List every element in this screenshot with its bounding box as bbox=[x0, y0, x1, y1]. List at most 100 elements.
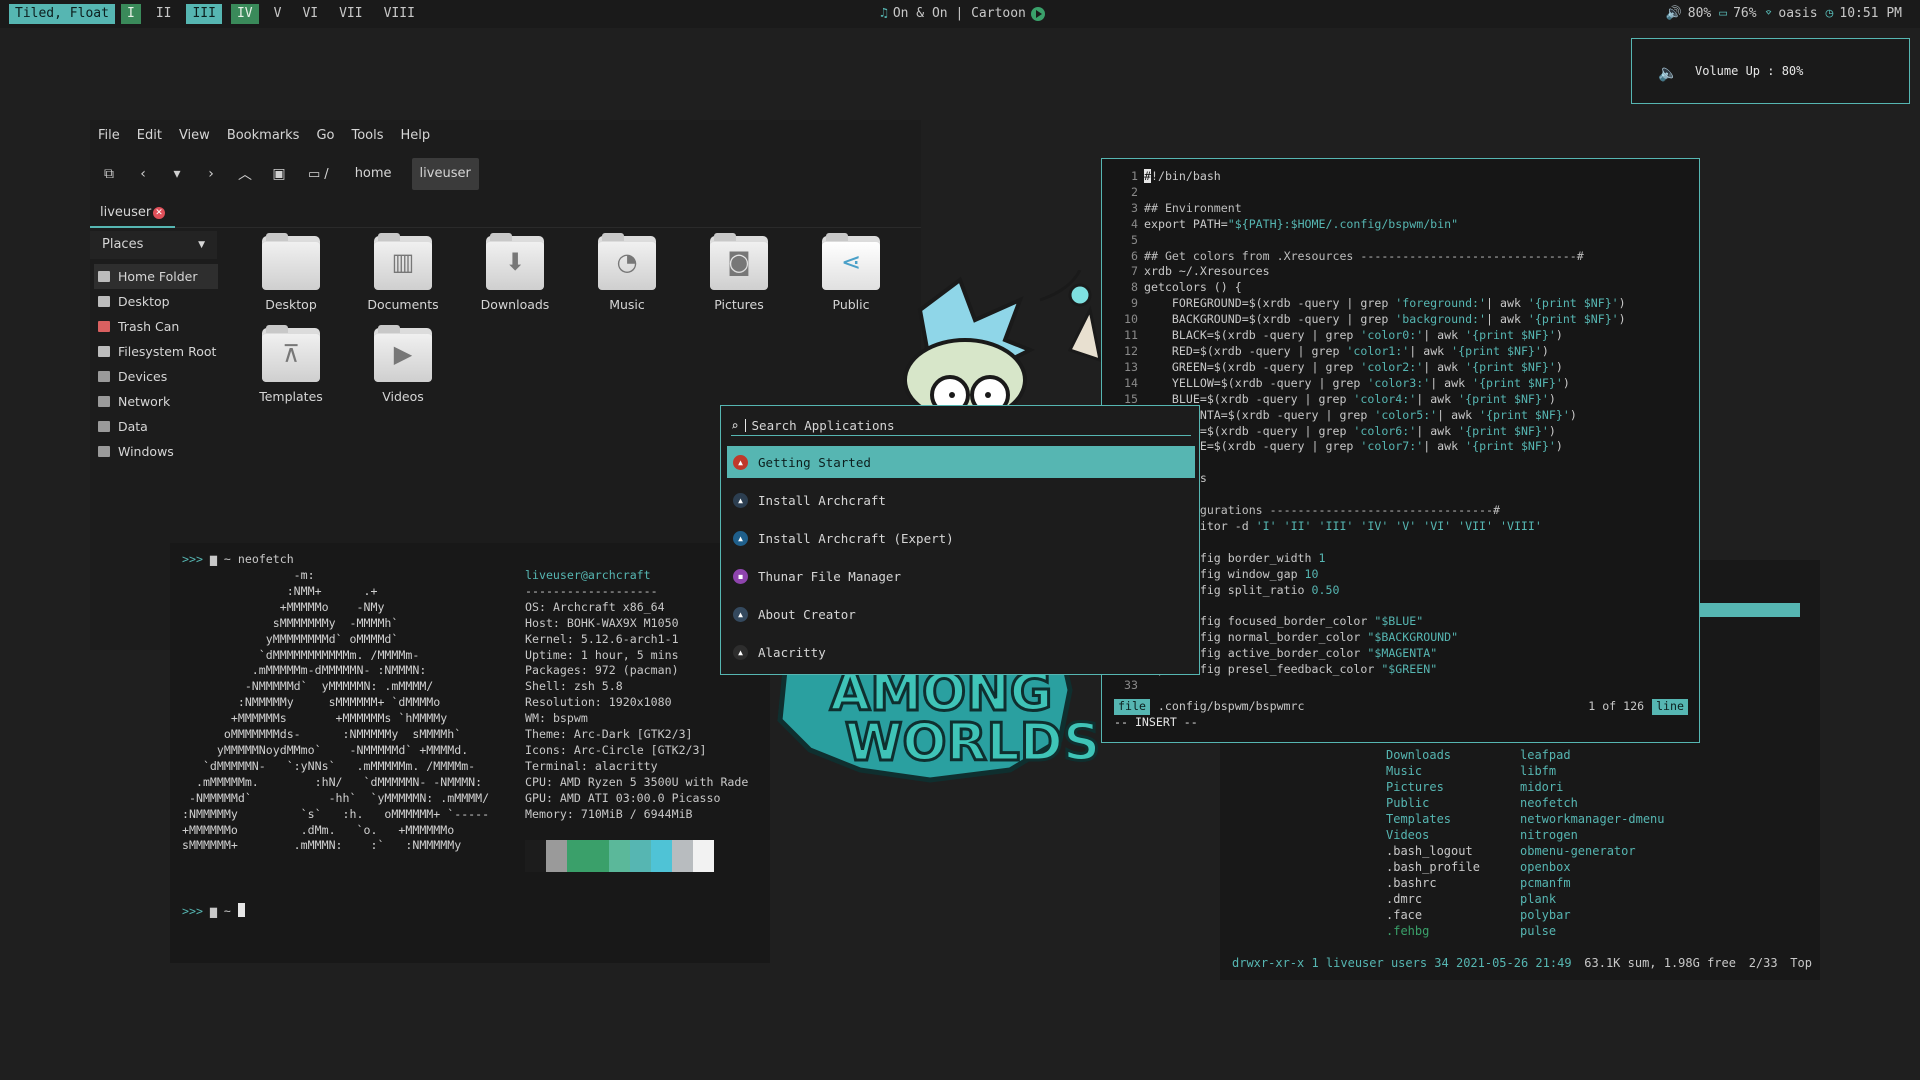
new-tab-icon[interactable]: ⧉ bbox=[98, 163, 120, 185]
workspace-2[interactable]: II bbox=[150, 4, 178, 24]
forward-icon[interactable]: › bbox=[200, 163, 222, 185]
home-icon[interactable]: ▣ bbox=[268, 163, 290, 185]
back-icon[interactable]: ‹ bbox=[132, 163, 154, 185]
launcher-item-about-creator[interactable]: ▲ About Creator bbox=[727, 598, 1195, 630]
file-item-videos[interactable]: ▶ Videos bbox=[347, 325, 459, 404]
up-icon[interactable]: ︿ bbox=[234, 163, 256, 185]
side-pane-selector[interactable]: Places ▼ bbox=[90, 231, 217, 259]
file-item-downloads[interactable]: ⬇ Downloads bbox=[459, 233, 571, 312]
menu-bookmarks[interactable]: Bookmarks bbox=[227, 128, 300, 143]
menu-tools[interactable]: Tools bbox=[351, 128, 383, 143]
thunar-icon: ◼ bbox=[733, 568, 748, 584]
launcher-item-install-expert[interactable]: ▲ Install Archcraft (Expert) bbox=[727, 522, 1195, 554]
volume-notification[interactable]: 🔈 Volume Up : 80% bbox=[1631, 38, 1910, 104]
breadcrumb-root[interactable]: ▭ / bbox=[302, 158, 335, 190]
place-windows[interactable]: Windows bbox=[94, 439, 218, 464]
folder-icon bbox=[262, 233, 320, 290]
devices-icon bbox=[98, 371, 110, 382]
breadcrumb-home[interactable]: home bbox=[347, 158, 400, 190]
folder-icon: ▆ bbox=[209, 904, 217, 918]
vim-mode-indicator: -- INSERT -- bbox=[1114, 715, 1198, 729]
menu-help[interactable]: Help bbox=[401, 128, 431, 143]
workspace-1[interactable]: I bbox=[121, 4, 141, 24]
text-cursor bbox=[237, 903, 245, 917]
tab-bar: liveuser ✕ bbox=[90, 198, 921, 228]
neofetch-terminal[interactable]: >>> ▆ ~ neofetch -m: :NMM+ .+ +MMMMMo -N… bbox=[170, 543, 770, 963]
palette-swatch bbox=[546, 840, 567, 872]
menu-go[interactable]: Go bbox=[316, 128, 334, 143]
trash-icon bbox=[98, 321, 110, 332]
palette-swatch bbox=[651, 840, 672, 872]
workspaces: I II III IV V VI VII VIII bbox=[121, 4, 430, 24]
launcher-item-install-archcraft[interactable]: ▲ Install Archcraft bbox=[727, 484, 1195, 516]
speaker-icon: 🔈 bbox=[1658, 63, 1678, 82]
folder-icon: ▆ bbox=[209, 552, 217, 566]
workspace-4[interactable]: IV bbox=[230, 4, 259, 24]
file-item-desktop[interactable]: Desktop bbox=[235, 233, 347, 312]
filesystem-icon bbox=[98, 346, 110, 357]
palette-swatch bbox=[588, 840, 609, 872]
file-info-footer: drwxr-xr-x 1 liveuser users 34 2021-05-2… bbox=[1232, 956, 1812, 970]
menu-file[interactable]: File bbox=[98, 128, 120, 143]
tab-liveuser[interactable]: liveuser ✕ bbox=[90, 198, 175, 228]
music-folder-icon: ◔ bbox=[598, 233, 656, 290]
launcher-search[interactable]: ⌕ Search Applications bbox=[731, 416, 1191, 436]
palette-swatch bbox=[567, 840, 588, 872]
color-palette bbox=[525, 840, 714, 872]
place-devices[interactable]: Devices bbox=[94, 364, 218, 389]
play-icon[interactable] bbox=[1030, 7, 1045, 21]
places-list: Home Folder Desktop Trash Can Filesystem… bbox=[94, 264, 218, 464]
breadcrumb-liveuser[interactable]: liveuser bbox=[411, 158, 479, 190]
workspace-7[interactable]: VII bbox=[333, 4, 368, 24]
workspace-3[interactable]: III bbox=[186, 4, 222, 24]
workspace-5[interactable]: V bbox=[268, 4, 288, 24]
wifi-module[interactable]: ⌔ oasis bbox=[1765, 5, 1818, 23]
launcher-results: ▲ Getting Started ▲ Install Archcraft ▲ … bbox=[727, 446, 1195, 674]
documents-folder-icon: ▥ bbox=[374, 233, 432, 290]
layout-mode[interactable]: Tiled, Float bbox=[9, 4, 115, 24]
directory-column: Downloads Music Pictures Public Template… bbox=[1386, 748, 1480, 938]
clock-icon: ◷ bbox=[1825, 6, 1834, 21]
shell-prompt[interactable]: >>> ▆ ~ bbox=[182, 903, 245, 920]
search-icon: ⌕ bbox=[731, 418, 739, 433]
notification-text: Volume Up : 80% bbox=[1695, 64, 1804, 78]
drive-icon bbox=[98, 421, 110, 432]
file-item-documents[interactable]: ▥ Documents bbox=[347, 233, 459, 312]
search-input[interactable]: Search Applications bbox=[752, 418, 895, 433]
palette-swatch bbox=[609, 840, 630, 872]
menu-edit[interactable]: Edit bbox=[137, 128, 162, 143]
workspace-6[interactable]: VI bbox=[296, 4, 324, 24]
shell-prompt: >>> ▆ ~ neofetch bbox=[182, 552, 294, 566]
workspace-8[interactable]: VIII bbox=[378, 4, 421, 24]
chevron-down-icon: ▼ bbox=[198, 240, 205, 250]
network-icon bbox=[98, 396, 110, 407]
place-network[interactable]: Network bbox=[94, 389, 218, 414]
history-dropdown-icon[interactable]: ▾ bbox=[166, 163, 188, 185]
palette-swatch bbox=[630, 840, 651, 872]
drive-icon: ▭ bbox=[308, 166, 321, 182]
place-data[interactable]: Data bbox=[94, 414, 218, 439]
close-tab-icon[interactable]: ✕ bbox=[153, 207, 165, 219]
place-desktop[interactable]: Desktop bbox=[94, 289, 218, 314]
music-module[interactable]: ♫ On & On | Cartoon bbox=[880, 5, 1045, 23]
place-trash[interactable]: Trash Can bbox=[94, 314, 218, 339]
toolbar: ⧉ ‹ ▾ › ︿ ▣ ▭ / home liveuser bbox=[90, 150, 921, 198]
battery-icon: ▭ bbox=[1719, 6, 1728, 21]
place-filesystem-root[interactable]: Filesystem Root bbox=[94, 339, 218, 364]
volume-module[interactable]: 🔊 80% bbox=[1666, 5, 1712, 23]
file-item-templates[interactable]: ⊼ Templates bbox=[235, 325, 347, 404]
svg-text:WORLDS: WORLDS bbox=[845, 713, 1100, 773]
app-launcher: ⌕ Search Applications ▲ Getting Started … bbox=[720, 405, 1200, 675]
launcher-item-alacritty[interactable]: ▲ Alacritty bbox=[727, 636, 1195, 668]
downloads-folder-icon: ⬇ bbox=[486, 233, 544, 290]
menu-view[interactable]: View bbox=[179, 128, 210, 143]
music-note-icon: ♫ bbox=[880, 6, 888, 21]
file-item-music[interactable]: ◔ Music bbox=[571, 233, 683, 312]
templates-folder-icon: ⊼ bbox=[262, 325, 320, 382]
launcher-item-getting-started[interactable]: ▲ Getting Started bbox=[727, 446, 1195, 478]
clock-time: 10:51 PM bbox=[1839, 6, 1902, 21]
selection-bar bbox=[1700, 603, 1800, 617]
speaker-icon: 🔊 bbox=[1665, 6, 1682, 21]
launcher-item-thunar[interactable]: ◼ Thunar File Manager bbox=[727, 560, 1195, 592]
place-home-folder[interactable]: Home Folder bbox=[94, 264, 218, 289]
